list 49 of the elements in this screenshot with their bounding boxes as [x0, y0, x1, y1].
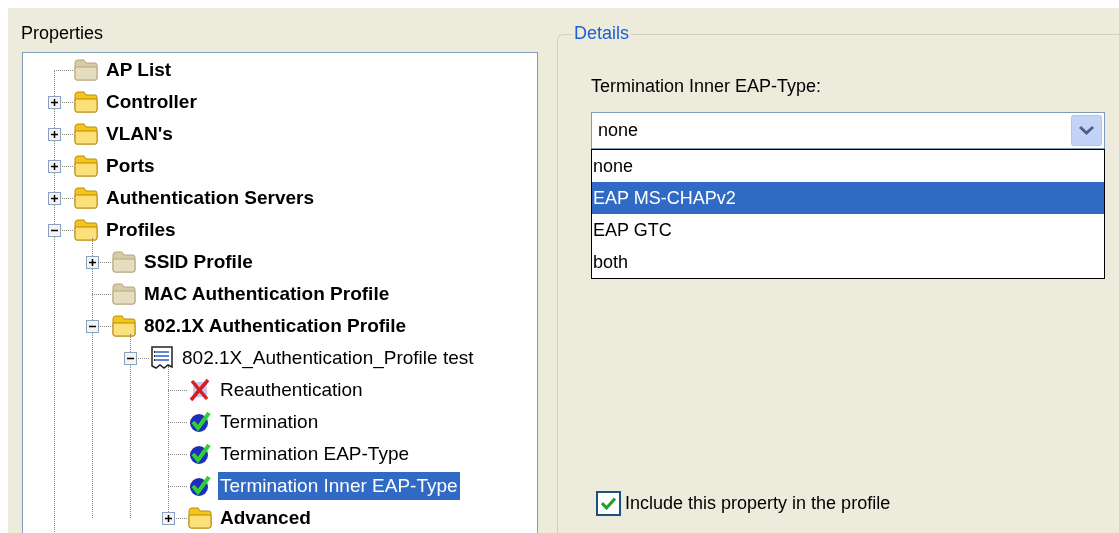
expand-icon[interactable] — [85, 255, 99, 269]
list-document-icon — [149, 345, 175, 371]
folder-icon — [73, 121, 99, 147]
tree-item[interactable]: Termination Inner EAP-Type — [218, 472, 460, 500]
folder-icon — [111, 313, 137, 339]
tree-item[interactable]: Termination EAP-Type — [218, 440, 412, 468]
dropdown-option[interactable]: EAP GTC — [592, 214, 1104, 246]
folder-icon — [73, 217, 99, 243]
folder-icon — [111, 281, 137, 307]
checkmark-icon — [601, 497, 616, 510]
expand-icon[interactable] — [47, 191, 61, 205]
field-label: Termination Inner EAP-Type: — [591, 75, 823, 97]
expand-icon[interactable] — [161, 511, 175, 525]
folder-icon — [73, 57, 99, 83]
dropdown-option[interactable]: none — [592, 150, 1104, 182]
tree-item[interactable]: Ports — [104, 152, 157, 180]
expand-icon[interactable] — [47, 95, 61, 109]
panel-title: Properties — [21, 22, 104, 44]
folder-icon — [73, 185, 99, 211]
folder-icon — [73, 89, 99, 115]
tree-item[interactable]: Authentication Servers — [104, 184, 316, 212]
collapse-icon[interactable] — [85, 319, 99, 333]
tree-item[interactable]: AP List — [104, 56, 174, 84]
expand-icon[interactable] — [47, 159, 61, 173]
tree-item[interactable]: MAC Authentication Profile — [142, 280, 392, 308]
checkbox-label: Include this property in the profile — [625, 492, 891, 515]
tree-item[interactable]: Termination — [218, 408, 321, 436]
tree-item[interactable]: 802.1X_Authentication_Profile test — [180, 344, 476, 372]
tree-item[interactable]: Profiles — [104, 216, 178, 244]
dropdown-option[interactable]: both — [592, 246, 1104, 278]
folder-icon — [111, 249, 137, 275]
folder-icon — [73, 153, 99, 179]
tree-item[interactable]: Reauthentication — [218, 376, 365, 404]
chevron-down-icon — [1071, 115, 1102, 146]
checkmark-icon — [187, 473, 213, 499]
tree-item[interactable]: SSID Profile — [142, 248, 255, 276]
tree-item[interactable]: VLAN's — [104, 120, 175, 148]
tree-item[interactable]: Controller — [104, 88, 199, 116]
expand-icon[interactable] — [47, 127, 61, 141]
folder-icon — [187, 505, 213, 531]
collapse-icon[interactable] — [47, 223, 61, 237]
checkbox[interactable] — [596, 491, 621, 516]
dropdown-option[interactable]: EAP MS-CHAPv2 — [592, 182, 1104, 214]
collapse-icon[interactable] — [123, 351, 137, 365]
checkmark-icon — [187, 441, 213, 467]
checkmark-icon — [187, 409, 213, 435]
tree-item[interactable]: Advanced — [218, 504, 313, 532]
tree-item[interactable]: 802.1X Authentication Profile — [142, 312, 409, 340]
dropdown[interactable]: none — [591, 112, 1105, 149]
